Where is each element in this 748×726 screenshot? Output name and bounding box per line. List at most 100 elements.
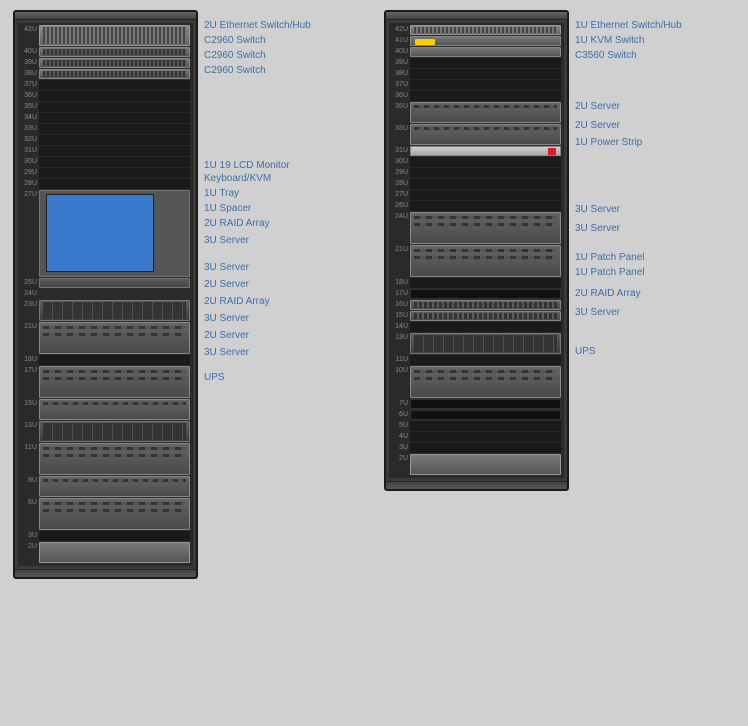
server-3u-3-left bbox=[39, 443, 190, 475]
label-server3-left: 2U Server bbox=[204, 278, 364, 291]
ups-right bbox=[410, 454, 561, 475]
slot-33: 33U bbox=[21, 124, 190, 134]
patch-panel-2-right bbox=[410, 311, 561, 321]
tray-1u-left bbox=[39, 278, 190, 288]
slot-33-server: 33U bbox=[392, 124, 561, 145]
c2960-3-left bbox=[39, 69, 190, 79]
raid-2u-1-left bbox=[39, 300, 190, 321]
slot-29-right: 29U bbox=[392, 168, 561, 178]
label-c3560-right: C3560 Switch bbox=[575, 49, 735, 62]
slot-11-right: 11U bbox=[392, 355, 561, 365]
label-patch2-right: 1U Patch Panel bbox=[575, 266, 735, 279]
c3560-right bbox=[410, 47, 561, 57]
label-eth-switch-right: 1U Ethernet Switch/Hub bbox=[575, 19, 735, 32]
slot-6-right: 6U bbox=[392, 410, 561, 420]
slot-26-right: 26U bbox=[392, 201, 561, 211]
slot-37-right: 37U bbox=[392, 80, 561, 90]
right-rack-labels: 1U Ethernet Switch/Hub 1U KVM Switch C35… bbox=[575, 10, 735, 360]
slot-39: 39U bbox=[21, 58, 190, 68]
slot-34: 34U bbox=[21, 113, 190, 123]
slot-29: 29U bbox=[21, 168, 190, 178]
slot-18: 18U bbox=[21, 355, 190, 365]
server-3u-1-right bbox=[410, 212, 561, 244]
server-3u-3-right bbox=[410, 366, 561, 398]
label-raid-right: 2U RAID Array bbox=[575, 287, 735, 300]
label-server2-right: 2U Server bbox=[575, 119, 735, 132]
server-3u-4-left bbox=[39, 498, 190, 530]
label-server1-right: 2U Server bbox=[575, 100, 735, 113]
slot-27-lcd: 27U bbox=[21, 190, 190, 277]
slot-15-server: 15U bbox=[21, 399, 190, 420]
slot-25: 25U bbox=[21, 278, 190, 288]
slot-2-ups-right: 2U bbox=[392, 454, 561, 475]
c2960-2-left bbox=[39, 58, 190, 68]
server-2u-2-left bbox=[39, 476, 190, 497]
server-3u-1-left bbox=[39, 322, 190, 354]
server-2u-1-left bbox=[39, 399, 190, 420]
slot-14-right: 14U bbox=[392, 322, 561, 332]
slot-30: 30U bbox=[21, 157, 190, 167]
label-server6-left: 3U Server bbox=[204, 346, 364, 359]
slot-5-right: 5U bbox=[392, 421, 561, 431]
slot-28: 28U bbox=[21, 179, 190, 189]
eth-switch-2u-left bbox=[39, 25, 190, 46]
right-rack-wrapper: 42U 41U 40U 39U bbox=[384, 10, 735, 491]
slot-15-patch: 15U bbox=[392, 311, 561, 321]
label-ups-right: UPS bbox=[575, 345, 735, 358]
spacer-1u-left bbox=[39, 289, 190, 299]
label-c2960-2: C2960 Switch bbox=[204, 49, 364, 62]
slot-39-right: 39U bbox=[392, 58, 561, 68]
label-c2960-3: C2960 Switch bbox=[204, 64, 364, 77]
slot-38-right: 38U bbox=[392, 69, 561, 79]
slot-3: 3U bbox=[21, 531, 190, 541]
slot-37: 37U bbox=[21, 80, 190, 90]
lcd-screen bbox=[46, 194, 154, 272]
slot-35-server: 35U bbox=[392, 102, 561, 123]
label-raid1-left: 2U RAID Array bbox=[204, 217, 364, 230]
label-kvm-right: 1U KVM Switch bbox=[575, 34, 735, 47]
slot-31-right: 31U bbox=[392, 146, 561, 156]
slot-23-raid: 23U bbox=[21, 300, 190, 321]
slot-4-right: 4U bbox=[392, 432, 561, 442]
slot-17-server: 17U bbox=[21, 366, 190, 398]
slot-27-right: 27U bbox=[392, 190, 561, 200]
slot-18-right: 18U bbox=[392, 278, 561, 288]
slot-24: 24U bbox=[21, 289, 190, 299]
ups-left bbox=[39, 542, 190, 563]
slot-7-right: 7U bbox=[392, 399, 561, 409]
label-power-strip-right: 1U Power Strip bbox=[575, 136, 735, 149]
power-strip-right bbox=[410, 146, 561, 156]
slot-32: 32U bbox=[21, 135, 190, 145]
slot-6-server: 6U bbox=[21, 498, 190, 530]
slot-13-raid: 13U bbox=[21, 421, 190, 442]
label-server4-right: 3U Server bbox=[575, 222, 735, 235]
slot-40-right: 40U bbox=[392, 47, 561, 57]
label-eth-switch-left: 2U Ethernet Switch/Hub bbox=[204, 19, 364, 32]
eth-switch-1u-right bbox=[410, 25, 561, 35]
label-lcd-left: 1U 19 LCD MonitorKeyboard/KVM bbox=[204, 159, 364, 185]
slot-28-right: 28U bbox=[392, 179, 561, 189]
slot-31: 31U bbox=[21, 146, 190, 156]
left-rack: 42U 40U 39U 38U 37U bbox=[13, 10, 198, 579]
server-3u-2-left bbox=[39, 366, 190, 398]
label-server5-left: 2U Server bbox=[204, 329, 364, 342]
slot-36: 36U bbox=[21, 91, 190, 101]
right-rack: 42U 41U 40U 39U bbox=[384, 10, 569, 491]
slot-2-ups: 2U bbox=[21, 542, 190, 563]
slot-41-right: 41U bbox=[392, 36, 561, 46]
slot-8-server: 8U bbox=[21, 476, 190, 497]
label-server3-right: 3U Server bbox=[575, 203, 735, 216]
server-3u-2-right bbox=[410, 245, 561, 277]
label-patch1-right: 1U Patch Panel bbox=[575, 251, 735, 264]
lcd-monitor-left bbox=[39, 190, 190, 277]
slot-30-right: 30U bbox=[392, 157, 561, 167]
slot-17-right: 17U bbox=[392, 289, 561, 299]
label-c2960-1: C2960 Switch bbox=[204, 34, 364, 47]
kvm-switch-right bbox=[410, 36, 561, 46]
label-spacer-left: 1U Spacer bbox=[204, 202, 364, 215]
left-rack-wrapper: 42U 40U 39U 38U 37U bbox=[13, 10, 364, 579]
slot-42-41: 42U bbox=[21, 25, 190, 46]
server-2u-1-right bbox=[410, 102, 561, 123]
label-server5-right: 3U Server bbox=[575, 306, 735, 319]
label-server2-left: 3U Server bbox=[204, 261, 364, 274]
